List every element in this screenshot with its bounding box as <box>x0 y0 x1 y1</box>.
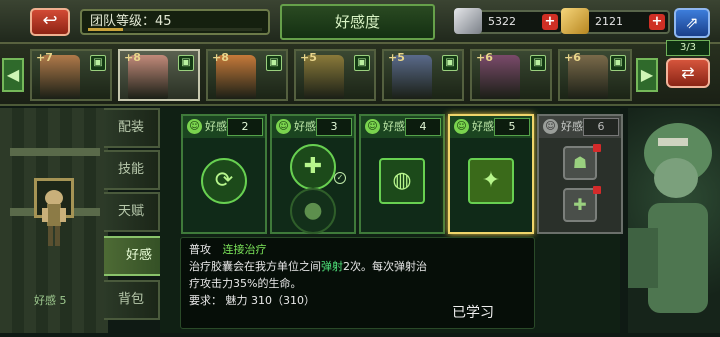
card-plus-level: +8 <box>124 51 141 64</box>
skill-header-label: 好感 <box>294 120 316 133</box>
heal-rotation-icon: ⟳ <box>201 158 247 204</box>
affinity-skill-card-locked[interactable]: ☺ 好感 6 ☗ ✚ <box>537 114 623 234</box>
affinity-skill-card[interactable]: ☺ 好感 4 ◍ <box>359 114 445 234</box>
roster-left-arrow[interactable]: ◀ <box>2 58 24 92</box>
tab-backpack[interactable]: 背包 <box>104 280 160 320</box>
card-badge-icon: ▣ <box>178 55 194 71</box>
roster-right-arrow[interactable]: ▶ <box>636 58 658 92</box>
smile-icon: ☺ <box>187 119 202 134</box>
character-sprite <box>42 190 66 246</box>
gold-add-button[interactable]: + <box>649 14 665 30</box>
affinity-skill-card-selected[interactable]: ☺ 好感 5 ✦ <box>448 114 534 234</box>
skill-name: 连接治疗 <box>222 243 267 256</box>
team-level-progress-fill <box>88 28 123 31</box>
team-level-label: 团队等级：45 <box>90 14 172 29</box>
chain-heal-icon: ✦ <box>468 158 514 204</box>
card-badge-icon: ▣ <box>354 55 370 71</box>
back-button[interactable]: ↩ <box>30 8 70 36</box>
desc-text: 治疗胶囊会在我方单位之间 <box>189 260 321 273</box>
iron-ore-icon <box>454 8 482 34</box>
roster-card[interactable]: +8 ▣ <box>118 49 200 101</box>
card-plus-level: +6 <box>476 51 493 64</box>
iron-resource: 5322 + <box>454 8 563 34</box>
skill-header-label: 好感 <box>383 120 405 133</box>
character-portrait-art <box>628 108 720 333</box>
droplet-icon: ● <box>290 188 336 234</box>
affinity-skill-card[interactable]: ☺ 好感 2 ⟳ <box>181 114 267 234</box>
desc-highlight: 弹射 <box>321 260 343 273</box>
affinity-level-label: 好感 5 <box>34 294 67 307</box>
roster-card[interactable]: +5 ▣ <box>382 49 464 101</box>
back-arrow-icon: ↩ <box>42 10 58 31</box>
gold-bar-icon <box>561 8 589 34</box>
smile-icon: ☺ <box>454 119 469 134</box>
background-pipe <box>10 148 100 156</box>
roster-card[interactable]: +6 ▣ <box>470 49 552 101</box>
affinity-skill-card[interactable]: ☺ 好感 3 ✚ ✓ ● <box>270 114 356 234</box>
capsule-chip-icon: ◍ <box>379 158 425 204</box>
medkit-icon: ✚ <box>563 188 597 222</box>
card-plus-level: +5 <box>300 51 317 64</box>
swap-icon: ⇄ <box>681 63 695 82</box>
character-roster: ◀ +7 ▣ +8 ▣ +8 ▣ +5 ▣ +5 ▣ +6 ▣ +6 ▣ ▶ <box>0 44 720 106</box>
check-icon: ✓ <box>334 172 346 184</box>
card-plus-level: +5 <box>388 51 405 64</box>
roster-card[interactable]: +7 ▣ <box>30 49 112 101</box>
card-badge-icon: ▣ <box>90 55 106 71</box>
padlock-icon <box>593 186 601 194</box>
skill-type: 普攻 <box>189 243 211 256</box>
syringe-icon: ✚ <box>290 144 336 190</box>
card-badge-icon: ▣ <box>442 55 458 71</box>
medic-helmet-icon: ☗ <box>563 146 597 180</box>
gold-resource: 2121 + <box>561 8 670 34</box>
roster-card[interactable]: +5 ▣ <box>294 49 376 101</box>
desc-text: 2次。每次弹射治 <box>343 260 427 273</box>
page-title: 好感度 <box>280 4 435 40</box>
smile-icon: ☺ <box>276 119 291 134</box>
swap-button[interactable]: ⇄ <box>666 58 710 88</box>
medic-character-art <box>628 123 712 313</box>
skill-header-label: 好感 <box>472 120 494 133</box>
roster-card[interactable]: +8 ▣ <box>206 49 288 101</box>
card-badge-icon: ▣ <box>610 55 626 71</box>
skill-title-line: 普攻 连接治疗 <box>189 241 526 258</box>
smile-icon: ☺ <box>365 119 380 134</box>
skill-level: 6 <box>583 118 619 136</box>
padlock-icon <box>593 144 601 152</box>
top-bar: ↩ 团队等级：45 好感度 5322 + 2121 + ⇗ <box>0 0 720 44</box>
team-level-display: 团队等级：45 <box>80 9 270 35</box>
share-icon: ⇗ <box>685 13 699 32</box>
card-badge-icon: ▣ <box>530 55 546 71</box>
share-button[interactable]: ⇗ <box>674 8 710 38</box>
squad-count: 3/3 <box>666 40 710 56</box>
learned-status: 已学习 <box>452 305 494 321</box>
skill-level: 2 <box>227 118 263 136</box>
skill-description-line1: 治疗胶囊会在我方单位之间弹射2次。每次弹射治 <box>189 258 526 275</box>
card-badge-icon: ▣ <box>266 55 282 71</box>
smile-icon: ☺ <box>543 119 558 134</box>
iron-resource-value: 5322 <box>488 15 516 28</box>
skill-header-label: 好感 <box>205 120 227 133</box>
tab-skills[interactable]: 技能 <box>104 150 160 190</box>
skill-level: 3 <box>316 118 352 136</box>
skill-description-line2: 疗攻击力35%的生命。 <box>189 277 302 290</box>
tab-talent[interactable]: 天赋 <box>104 192 160 232</box>
card-plus-level: +6 <box>564 51 581 64</box>
tab-equipment[interactable]: 配装 <box>104 108 160 148</box>
gold-resource-value: 2121 <box>595 15 623 28</box>
skill-header-label: 好感 <box>561 120 583 133</box>
team-level-progress-bar <box>88 28 262 31</box>
card-plus-level: +8 <box>212 51 229 64</box>
skill-level: 4 <box>405 118 441 136</box>
character-display: 好感 5 <box>0 108 108 333</box>
card-plus-level: +7 <box>36 51 53 64</box>
skill-level: 5 <box>494 118 530 136</box>
iron-add-button[interactable]: + <box>542 14 558 30</box>
roster-card[interactable]: +6 ▣ <box>558 49 632 101</box>
